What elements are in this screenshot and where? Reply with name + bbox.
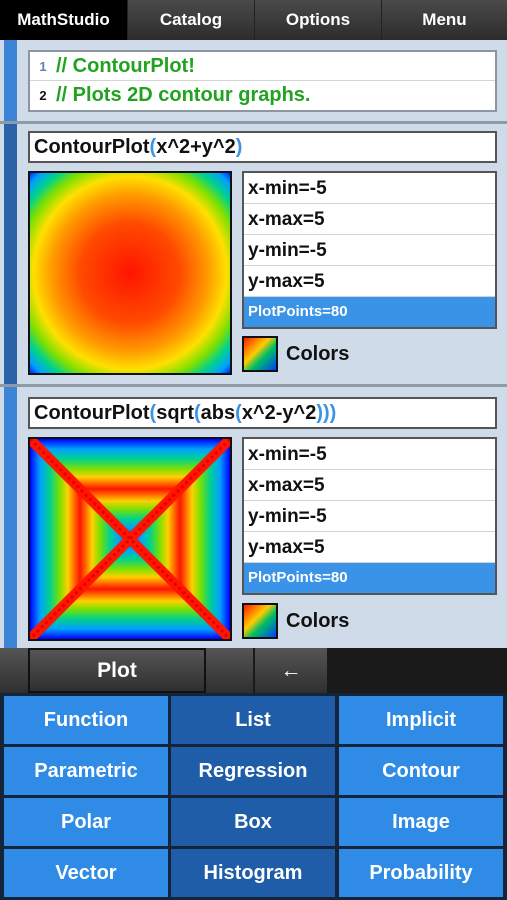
plot-parameters-1[interactable]: x-min=-5 x-max=5 y-min=-5 y-max=5 PlotPo… [242, 171, 497, 329]
param-xmax[interactable]: x-max=5 [244, 204, 495, 235]
function-argument: x^2-y^2 [241, 402, 317, 424]
colors-control-2[interactable]: Colors [242, 603, 349, 639]
contour-graph-saddle [30, 439, 230, 639]
tab-options[interactable]: Options [255, 0, 382, 40]
param-ymax[interactable]: y-max=5 [244, 532, 495, 563]
param-plotpoints[interactable]: PlotPoints=80 [244, 563, 495, 593]
contour-plot-1[interactable] [28, 171, 232, 375]
colors-label: Colors [286, 342, 350, 365]
paren: ) [235, 136, 243, 158]
cell-gutter[interactable] [4, 40, 17, 121]
param-xmin[interactable]: x-min=-5 [244, 439, 495, 470]
comment-cell[interactable]: 1 // ContourPlot! 2 // Plots 2D contour … [0, 40, 507, 124]
param-ymax[interactable]: y-max=5 [244, 266, 495, 297]
tab-catalog[interactable]: Catalog [128, 0, 255, 40]
param-ymin[interactable]: y-min=-5 [244, 501, 495, 532]
list-button[interactable]: List [171, 696, 335, 744]
param-plotpoints[interactable]: PlotPoints=80 [244, 297, 495, 327]
action-bar: ↵ Plot Solve ← [0, 648, 507, 693]
comment-editor[interactable]: 1 // ContourPlot! 2 // Plots 2D contour … [28, 50, 497, 112]
color-swatch-icon[interactable] [242, 336, 278, 372]
code-line[interactable]: 1 // ContourPlot! [30, 52, 495, 81]
param-ymin[interactable]: y-min=-5 [244, 235, 495, 266]
plot-button[interactable]: Plot [28, 648, 206, 693]
code-line[interactable]: 2 // Plots 2D contour graphs. [30, 81, 495, 110]
worksheet[interactable]: 1 // ContourPlot! 2 // Plots 2D contour … [0, 40, 507, 648]
function-name: abs [200, 402, 236, 424]
plot-type-keypad: Function List Implicit Parametric Regres… [0, 693, 507, 900]
function-button[interactable]: Function [4, 696, 168, 744]
box-button[interactable]: Box [171, 798, 335, 846]
param-xmin[interactable]: x-min=-5 [244, 173, 495, 204]
image-button[interactable]: Image [339, 798, 503, 846]
comment-text: // Plots 2D contour graphs. [56, 84, 311, 106]
plot-parameters-2[interactable]: x-min=-5 x-max=5 y-min=-5 y-max=5 PlotPo… [242, 437, 497, 595]
probability-button[interactable]: Probability [339, 849, 503, 897]
cell-gutter[interactable] [4, 387, 17, 648]
contour-graph-radial [30, 173, 230, 373]
histogram-button[interactable]: Histogram [171, 849, 335, 897]
function-argument: x^2+y^2 [156, 136, 236, 158]
tab-menu[interactable]: Menu [382, 0, 507, 40]
colors-label: Colors [286, 609, 350, 632]
regression-button[interactable]: Regression [171, 747, 335, 795]
colors-control-1[interactable]: Colors [242, 336, 349, 372]
function-name: ContourPlot [34, 402, 150, 424]
backspace-icon: ← [280, 658, 302, 682]
expression-input[interactable]: ContourPlot(x^2+y^2) [28, 131, 497, 163]
tab-mathstudio[interactable]: MathStudio [0, 0, 128, 40]
function-name: sqrt [156, 402, 194, 424]
contour-cell-1[interactable]: ContourPlot(x^2+y^2) x-min=-5 x-max=5 y-… [0, 124, 507, 387]
line-number: 1 [39, 58, 47, 74]
contour-cell-2[interactable]: ContourPlot(sqrt(abs(x^2-y^2))) x-min=-5… [0, 387, 507, 648]
paren: ( [235, 402, 242, 424]
contour-plot-2[interactable] [28, 437, 232, 641]
paren: ( [194, 402, 201, 424]
line-number: 2 [39, 88, 47, 103]
comment-text: // ContourPlot! [56, 54, 195, 77]
vector-button[interactable]: Vector [4, 849, 168, 897]
implicit-button[interactable]: Implicit [339, 696, 503, 744]
top-menu-bar: MathStudio Catalog Options Menu [0, 0, 507, 40]
contour-button[interactable]: Contour [339, 747, 503, 795]
cell-gutter[interactable] [4, 124, 17, 384]
polar-button[interactable]: Polar [4, 798, 168, 846]
parametric-button[interactable]: Parametric [4, 747, 168, 795]
expression-input[interactable]: ContourPlot(sqrt(abs(x^2-y^2))) [28, 397, 497, 429]
color-swatch-icon[interactable] [242, 603, 278, 639]
backspace-button[interactable]: ← [255, 648, 327, 693]
function-name: ContourPlot [34, 136, 150, 158]
paren: ))) [316, 402, 337, 424]
param-xmax[interactable]: x-max=5 [244, 470, 495, 501]
